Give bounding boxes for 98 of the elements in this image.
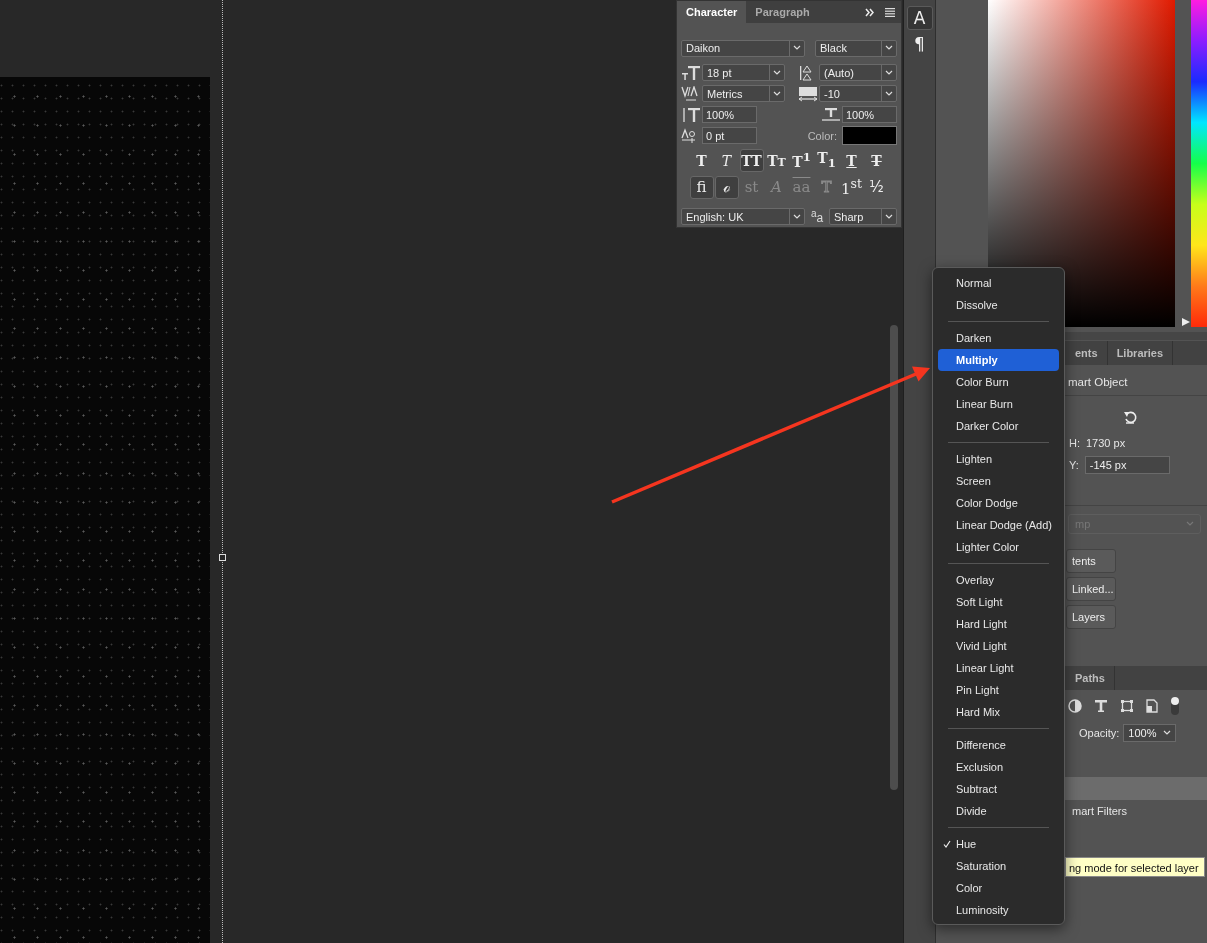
menu-item[interactable]: Hue <box>938 833 1059 855</box>
menu-item[interactable]: Normal <box>938 272 1059 294</box>
leading-dropdown[interactable]: (Auto) <box>819 64 897 81</box>
menu-item[interactable]: Linear Light <box>938 657 1059 679</box>
checkmark-icon <box>943 840 951 848</box>
field-label: H: <box>1069 437 1080 449</box>
collapse-icon[interactable] <box>865 7 875 17</box>
chevron-icon <box>885 213 893 220</box>
hue-slider[interactable] <box>1181 0 1207 327</box>
menu-item[interactable]: Color <box>938 877 1059 899</box>
smart-object-filter-icon[interactable] <box>1146 699 1158 713</box>
properties-button[interactable]: tents <box>1066 549 1116 573</box>
menu-item[interactable]: Saturation <box>938 855 1059 877</box>
chevron-icon <box>1186 521 1194 527</box>
menu-item[interactable]: Lighten <box>938 448 1059 470</box>
filter-toggle-icon[interactable] <box>1170 696 1180 716</box>
font-size-icon <box>681 64 701 81</box>
opacity-dropdown[interactable]: 100% <box>1123 724 1176 742</box>
field-value: 1730 px <box>1086 437 1126 449</box>
panel-tab[interactable]: Libraries <box>1107 341 1174 365</box>
menu-item[interactable]: Luminosity <box>938 899 1059 921</box>
shape-filter-icon[interactable] <box>1120 699 1134 713</box>
panel-tab[interactable]: ents <box>1066 341 1108 365</box>
panel-tab[interactable]: Character <box>677 1 747 23</box>
menu-item[interactable]: Darker Color <box>938 415 1059 437</box>
text-color-swatch[interactable] <box>842 126 897 145</box>
type-style-button[interactable]: T <box>839 149 864 172</box>
panel-toggle-button[interactable]: ¶ <box>906 32 933 56</box>
chevron-icon <box>773 90 781 97</box>
menu-item[interactable]: Soft Light <box>938 591 1059 613</box>
chevron-icon <box>885 69 893 76</box>
opentype-button[interactable]: 1$^{st}$ <box>839 176 864 199</box>
menu-item[interactable]: Divide <box>938 800 1059 822</box>
panel-toggle-button[interactable]: A <box>906 6 933 30</box>
reset-icon[interactable] <box>1123 410 1137 424</box>
opentype-button[interactable]: ½ <box>864 176 889 199</box>
menu-item[interactable]: Linear Dodge (Add) <box>938 514 1059 536</box>
type-filter-icon[interactable] <box>1094 699 1108 713</box>
horizontal-scale-icon <box>821 106 841 123</box>
menu-item[interactable]: Lighter Color <box>938 536 1059 558</box>
type-style-button[interactable]: T <box>714 149 739 172</box>
scrollbar-thumb[interactable] <box>890 325 898 790</box>
menu-item[interactable]: Vivid Light <box>938 635 1059 657</box>
chevron-icon <box>1162 730 1171 736</box>
type-style-button[interactable]: TT <box>739 149 764 172</box>
menu-item[interactable]: Subtract <box>938 778 1059 800</box>
chevron-icon <box>793 213 801 220</box>
type-style-button[interactable]: T$_{1}$ <box>814 149 839 172</box>
horizontal-scale-input[interactable]: 100% <box>842 106 897 123</box>
type-style-button[interactable]: T <box>689 149 714 172</box>
field-label: Y: <box>1069 459 1079 471</box>
kerning-dropdown[interactable]: Metrics <box>702 85 785 102</box>
menu-item[interactable]: Hard Light <box>938 613 1059 635</box>
menu-item[interactable]: Linear Burn <box>938 393 1059 415</box>
opentype-button[interactable]: fi <box>689 176 714 199</box>
menu-item[interactable]: Darken <box>938 327 1059 349</box>
antialias-dropdown[interactable]: Sharp <box>829 208 897 225</box>
menu-item[interactable]: Color Burn <box>938 371 1059 393</box>
kerning-icon <box>681 85 701 102</box>
menu-item[interactable]: Pin Light <box>938 679 1059 701</box>
menu-item[interactable]: Exclusion <box>938 756 1059 778</box>
tracking-icon <box>798 85 818 102</box>
antialias-label: $^{a}$a <box>810 208 824 225</box>
chevron-icon <box>885 45 893 51</box>
adjustment-filter-icon[interactable] <box>1068 699 1082 713</box>
transform-handle[interactable] <box>219 554 226 561</box>
type-style-button[interactable]: T <box>864 149 889 172</box>
menu-item[interactable]: Dissolve <box>938 294 1059 316</box>
properties-button[interactable]: Linked... <box>1066 577 1116 601</box>
tooltip: ng mode for selected layer <box>1065 857 1205 877</box>
menu-icon[interactable] <box>885 7 895 17</box>
opentype-button[interactable]: ℴ <box>714 176 739 199</box>
type-style-button[interactable]: T$^{1}$ <box>789 149 814 172</box>
menu-item[interactable]: Screen <box>938 470 1059 492</box>
menu-item[interactable]: Color Dodge <box>938 492 1059 514</box>
type-style-button[interactable]: TT <box>764 149 789 172</box>
slider-thumb[interactable] <box>1181 317 1191 327</box>
panel-tab[interactable]: Paths <box>1066 666 1115 690</box>
baseline-shift-input[interactable]: 0 pt <box>702 127 757 144</box>
menu-item[interactable]: Overlay <box>938 569 1059 591</box>
vertical-scale-input[interactable]: 100% <box>702 106 757 123</box>
color-label: Color: <box>807 129 837 142</box>
chevron-icon <box>773 69 781 76</box>
menu-item[interactable]: Hard Mix <box>938 701 1059 723</box>
opacity-label: Opacity: <box>1079 727 1120 739</box>
font-size-dropdown[interactable]: 18 pt <box>702 64 785 81</box>
menu-item[interactable]: Multiply <box>938 349 1059 371</box>
font-style-dropdown[interactable]: Black <box>815 39 897 57</box>
properties-button[interactable]: Layers <box>1066 605 1116 629</box>
menu-item[interactable]: Difference <box>938 734 1059 756</box>
panel-tab[interactable]: Paragraph <box>746 1 819 23</box>
chevron-icon <box>793 45 801 51</box>
tracking-dropdown[interactable]: -10 <box>819 85 897 102</box>
position-input[interactable]: -145 px <box>1084 456 1170 474</box>
vertical-scale-icon <box>681 106 701 123</box>
language-dropdown[interactable]: English: UK <box>681 208 805 225</box>
chevron-icon <box>885 90 893 97</box>
font-family-dropdown[interactable]: Daikon <box>681 39 805 57</box>
